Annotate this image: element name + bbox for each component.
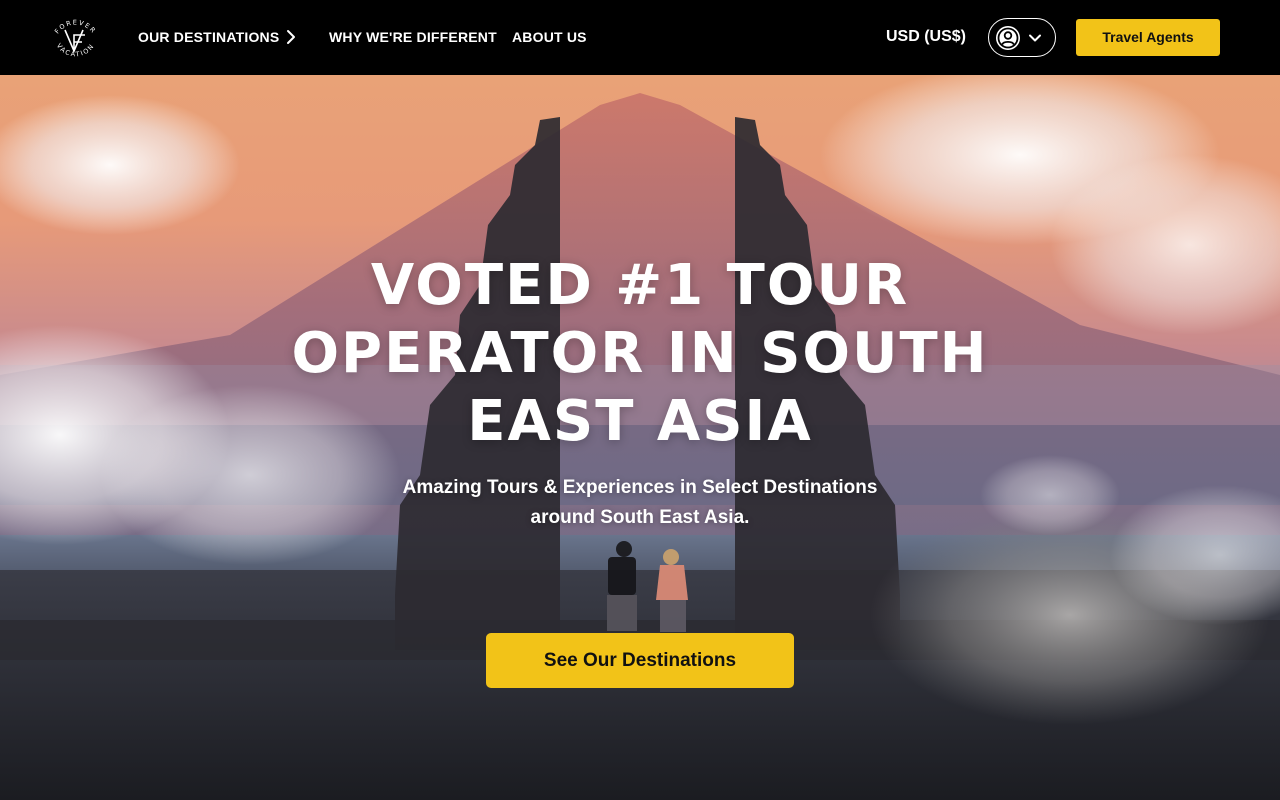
see-destinations-button[interactable]: See Our Destinations bbox=[486, 633, 794, 688]
chevron-down-icon bbox=[1028, 31, 1042, 45]
account-menu-button[interactable] bbox=[988, 18, 1056, 57]
hero-title: VOTED #1 TOUR OPERATOR IN SOUTH EAST ASI… bbox=[291, 253, 989, 454]
logo-bottom-text: VACATION bbox=[55, 42, 95, 59]
logo-top-text: FOREVER bbox=[53, 19, 96, 36]
svg-text:FOREVER: FOREVER bbox=[53, 19, 98, 36]
nav-our-destinations[interactable]: OUR DESTINATIONS bbox=[138, 27, 279, 47]
nav-why-different[interactable]: WHY WE'RE DIFFERENT bbox=[329, 27, 497, 47]
user-icon bbox=[995, 25, 1021, 51]
chevron-right-icon[interactable] bbox=[284, 28, 298, 46]
site-header: FOREVER VACATION OUR DESTINATIONS WHY WE… bbox=[0, 0, 1280, 75]
brand-logo[interactable]: FOREVER VACATION bbox=[48, 11, 103, 66]
hero-subtitle: Amazing Tours & Experiences in Select De… bbox=[402, 477, 878, 528]
nav-about-us[interactable]: ABOUT US bbox=[512, 27, 587, 47]
currency-selector[interactable]: USD (US$) bbox=[886, 26, 966, 48]
travel-agents-button[interactable]: Travel Agents bbox=[1076, 19, 1220, 56]
svg-text:VACATION: VACATION bbox=[55, 42, 96, 59]
hero-section: VOTED #1 TOUR OPERATOR IN SOUTH EAST ASI… bbox=[0, 75, 1280, 800]
